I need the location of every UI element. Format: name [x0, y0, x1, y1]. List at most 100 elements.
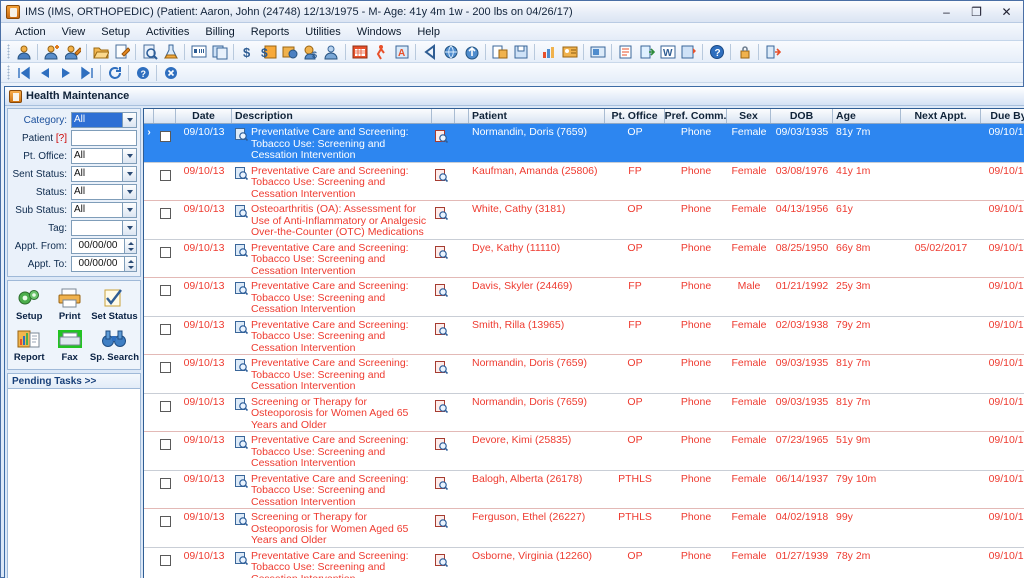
globe-upload-icon[interactable] — [462, 43, 481, 61]
appt-from-input[interactable]: 00/00/00 — [71, 238, 125, 254]
lab-flask-icon[interactable] — [161, 43, 180, 61]
appointment-book-icon[interactable]: A — [392, 43, 411, 61]
category-input[interactable]: All — [71, 112, 123, 128]
claims-icon[interactable] — [322, 43, 341, 61]
edit-patient-icon[interactable] — [63, 43, 82, 61]
column-header-description[interactable]: Description — [232, 109, 432, 123]
column-header-ind[interactable] — [144, 109, 154, 123]
close-button[interactable]: ✕ — [992, 3, 1021, 21]
close-window-icon[interactable] — [161, 64, 180, 82]
menu-item-view[interactable]: View — [54, 25, 94, 39]
sp-search-button[interactable]: Sp. Search — [90, 325, 139, 366]
last-record-icon[interactable] — [77, 64, 96, 82]
row-linked-document-icon[interactable] — [432, 509, 455, 547]
row-linked-document-icon[interactable] — [432, 355, 455, 393]
sub-status-dropdown-icon[interactable] — [123, 202, 137, 218]
row-checkbox[interactable] — [154, 124, 176, 162]
table-row[interactable]: 09/10/13 Osteoarthritis (OA): Assessment … — [144, 201, 1024, 240]
row-checkbox[interactable] — [154, 509, 176, 547]
table-row[interactable]: 09/10/13 Preventative Care and Screening:… — [144, 163, 1024, 201]
patient-icon[interactable] — [14, 43, 33, 61]
table-row[interactable]: 09/10/13 Preventative Care and Screening:… — [144, 278, 1024, 317]
message-icon[interactable] — [616, 43, 635, 61]
menu-item-windows[interactable]: Windows — [349, 25, 410, 39]
column-header-date[interactable]: Date — [176, 109, 232, 123]
checkbox-icon[interactable] — [159, 400, 171, 412]
activity-icon[interactable] — [371, 43, 390, 61]
row-checkbox[interactable] — [154, 394, 176, 432]
menu-item-utilities[interactable]: Utilities — [297, 25, 348, 39]
grid-body[interactable]: › 09/10/13 Preventative Care and Screening… — [144, 124, 1024, 578]
row-checkbox[interactable] — [154, 278, 176, 316]
bar-chart-icon[interactable] — [539, 43, 558, 61]
row-checkbox[interactable] — [154, 317, 176, 355]
transfer-icon[interactable] — [637, 43, 656, 61]
pending-tasks-header[interactable]: Pending Tasks >> — [7, 373, 141, 389]
table-row[interactable]: 09/10/13 Screening or Therapy for Osteopo… — [144, 509, 1024, 548]
checkbox-icon[interactable] — [159, 516, 171, 527]
insurance-icon[interactable]: $ — [301, 43, 320, 61]
set-status-button[interactable]: Set Status — [90, 284, 139, 325]
tag-control[interactable] — [71, 220, 137, 236]
sent-status-control[interactable]: All — [71, 166, 137, 182]
toolbar-grip[interactable] — [7, 44, 10, 59]
payments-icon[interactable] — [280, 43, 299, 61]
menu-item-action[interactable]: Action — [7, 25, 54, 39]
tag-input[interactable] — [71, 220, 123, 236]
column-header-age[interactable]: Age — [833, 109, 901, 123]
row-checkbox[interactable] — [154, 201, 176, 239]
checkbox-icon[interactable] — [159, 439, 171, 450]
column-header-dicon[interactable] — [432, 109, 455, 123]
help-circle-icon[interactable]: ? — [707, 43, 726, 61]
pt-office-control[interactable]: All — [71, 148, 137, 164]
row-linked-document-icon[interactable] — [432, 471, 455, 509]
report-button[interactable]: Report — [9, 325, 49, 366]
menu-item-activities[interactable]: Activities — [138, 25, 197, 39]
row-checkbox[interactable] — [154, 240, 176, 278]
column-header-chk[interactable] — [154, 109, 176, 123]
sent-status-dropdown-icon[interactable] — [123, 166, 137, 182]
checkbox-icon[interactable] — [159, 554, 171, 566]
table-row[interactable]: 09/10/13 Screening or Therapy for Osteopo… — [144, 394, 1024, 432]
row-linked-document-icon[interactable] — [432, 278, 455, 316]
status-input[interactable]: All — [71, 184, 123, 200]
billing-icon[interactable]: $ — [238, 43, 257, 61]
status-control[interactable]: All — [71, 184, 137, 200]
pt-office-dropdown-icon[interactable] — [123, 148, 137, 164]
id-card-icon[interactable] — [560, 43, 579, 61]
column-header-patient[interactable]: Patient — [469, 109, 605, 123]
row-checkbox[interactable] — [154, 163, 176, 201]
row-linked-document-icon[interactable] — [432, 317, 455, 355]
table-row[interactable]: 09/10/13 Preventative Care and Screening:… — [144, 240, 1024, 278]
row-checkbox[interactable] — [154, 355, 176, 393]
row-linked-document-icon[interactable] — [432, 432, 455, 470]
export-document-icon[interactable] — [490, 43, 509, 61]
scan-icon[interactable] — [588, 43, 607, 61]
column-header-due_by[interactable]: Due By — [981, 109, 1024, 123]
checkbox-icon[interactable] — [159, 208, 171, 219]
status-dropdown-icon[interactable] — [123, 184, 137, 200]
row-linked-document-icon[interactable] — [432, 163, 455, 201]
row-checkbox[interactable] — [154, 432, 176, 470]
previous-record-icon[interactable] — [35, 64, 54, 82]
column-header-next_appt[interactable]: Next Appt. — [901, 109, 981, 123]
appt-to-stepper[interactable] — [125, 256, 137, 272]
coding-icon[interactable] — [189, 43, 208, 61]
menu-item-setup[interactable]: Setup — [93, 25, 138, 39]
open-folder-icon[interactable] — [91, 43, 110, 61]
appt-to-control[interactable]: 00/00/00 — [71, 256, 137, 272]
table-row[interactable]: 09/10/13 Preventative Care and Screening:… — [144, 548, 1024, 578]
help-icon[interactable]: ? — [133, 64, 152, 82]
table-row[interactable]: 09/10/13 Preventative Care and Screening:… — [144, 355, 1024, 394]
lock-icon[interactable] — [735, 43, 754, 61]
menu-item-billing[interactable]: Billing — [197, 25, 242, 39]
column-header-dob[interactable]: DOB — [771, 109, 833, 123]
print-button[interactable]: Print — [49, 284, 89, 325]
setup-button[interactable]: Setup — [9, 284, 49, 325]
checkbox-icon[interactable] — [159, 169, 171, 181]
add-patient-icon[interactable] — [42, 43, 61, 61]
first-record-icon[interactable] — [14, 64, 33, 82]
sent-status-input[interactable]: All — [71, 166, 123, 182]
back-arrow-icon[interactable] — [420, 43, 439, 61]
column-header-pt_office[interactable]: Pt. Office — [605, 109, 665, 123]
